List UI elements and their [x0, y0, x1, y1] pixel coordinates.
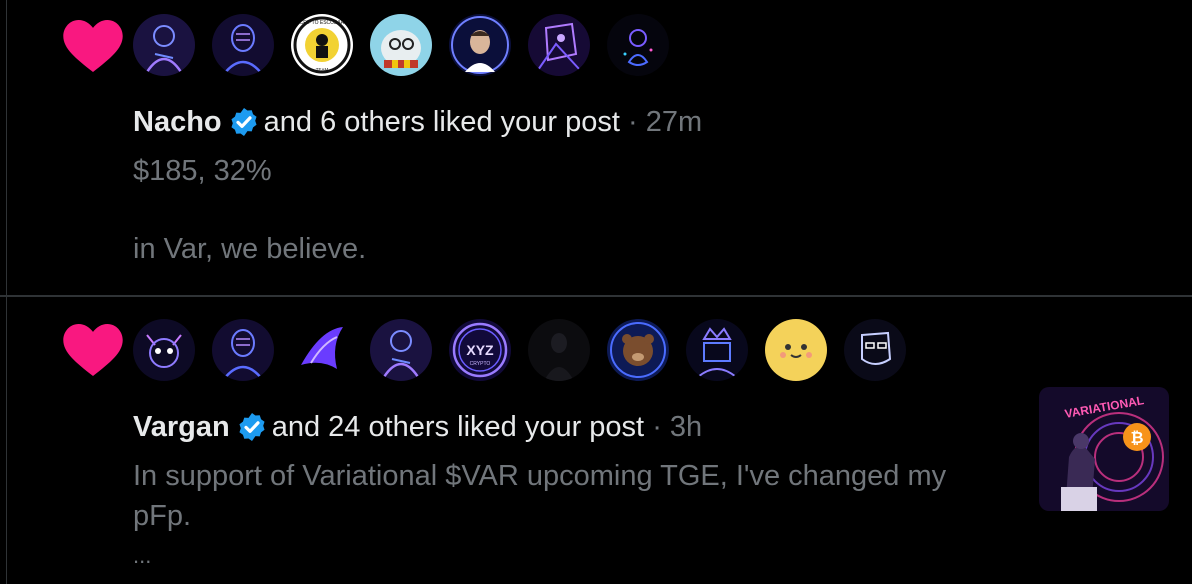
action-text: and 6 others liked your post: [263, 106, 620, 138]
liker-avatars: CRIPTO ESCOBAR TEAM: [133, 14, 669, 76]
separator: ·: [627, 106, 638, 138]
avatar-badge-text: CRIPTO ESCOBAR: [300, 20, 345, 26]
separator: ·: [652, 411, 662, 443]
user-name[interactable]: Vargan: [133, 411, 230, 443]
post-text-line: pFp.: [133, 500, 192, 532]
avatar[interactable]: [686, 319, 748, 381]
heart-icon: [63, 324, 123, 376]
avatar[interactable]: [291, 319, 353, 381]
avatar-badge-text: XYZ: [466, 342, 494, 358]
avatar[interactable]: [212, 14, 274, 76]
verified-badge-icon: [231, 108, 257, 136]
avatar[interactable]: [449, 14, 511, 76]
svg-text:₿: ₿: [1130, 429, 1143, 447]
post-text-line: in Var, we believe.: [133, 233, 367, 265]
like-notification[interactable]: CRIPTO ESCOBAR TEAM Nacho and 6 others lik…: [7, 0, 1192, 296]
avatar[interactable]: [607, 319, 669, 381]
avatar[interactable]: [528, 14, 590, 76]
post-text-line: $185, 32%: [133, 155, 272, 187]
avatar[interactable]: [370, 14, 432, 76]
verified-badge-icon: [239, 413, 265, 441]
avatar[interactable]: XYZ CRYPTO: [449, 319, 511, 381]
timestamp[interactable]: 27m: [646, 106, 702, 138]
timestamp[interactable]: 3h: [670, 411, 702, 443]
notification-headline: Vargan and 24 others liked your post · 3h: [133, 409, 702, 445]
truncation-ellipsis: ...: [133, 543, 152, 568]
liker-avatars: XYZ CRYPTO: [133, 319, 906, 381]
avatar[interactable]: [133, 319, 195, 381]
avatar[interactable]: CRIPTO ESCOBAR TEAM: [291, 14, 353, 76]
avatar[interactable]: [212, 319, 274, 381]
svg-text:TEAM: TEAM: [316, 67, 329, 72]
notification-headline: Nacho and 6 others liked your post · 27m: [133, 104, 702, 140]
svg-text:CRYPTO: CRYPTO: [470, 361, 491, 367]
avatar[interactable]: [133, 14, 195, 76]
avatar[interactable]: [765, 319, 827, 381]
like-notification[interactable]: XYZ CRYPTO Vargan and 24 others liked your…: [7, 297, 1192, 584]
avatar[interactable]: [607, 14, 669, 76]
avatar[interactable]: [844, 319, 906, 381]
heart-icon: [63, 20, 123, 72]
post-thumbnail[interactable]: ₿ VARIATIONAL: [1039, 387, 1169, 511]
user-name[interactable]: Nacho: [133, 106, 222, 138]
post-text-line: In support of Variational $VAR upcoming …: [133, 460, 947, 492]
action-text: and 24 others liked your post: [271, 411, 645, 443]
avatar[interactable]: [370, 319, 432, 381]
avatar[interactable]: [528, 319, 590, 381]
